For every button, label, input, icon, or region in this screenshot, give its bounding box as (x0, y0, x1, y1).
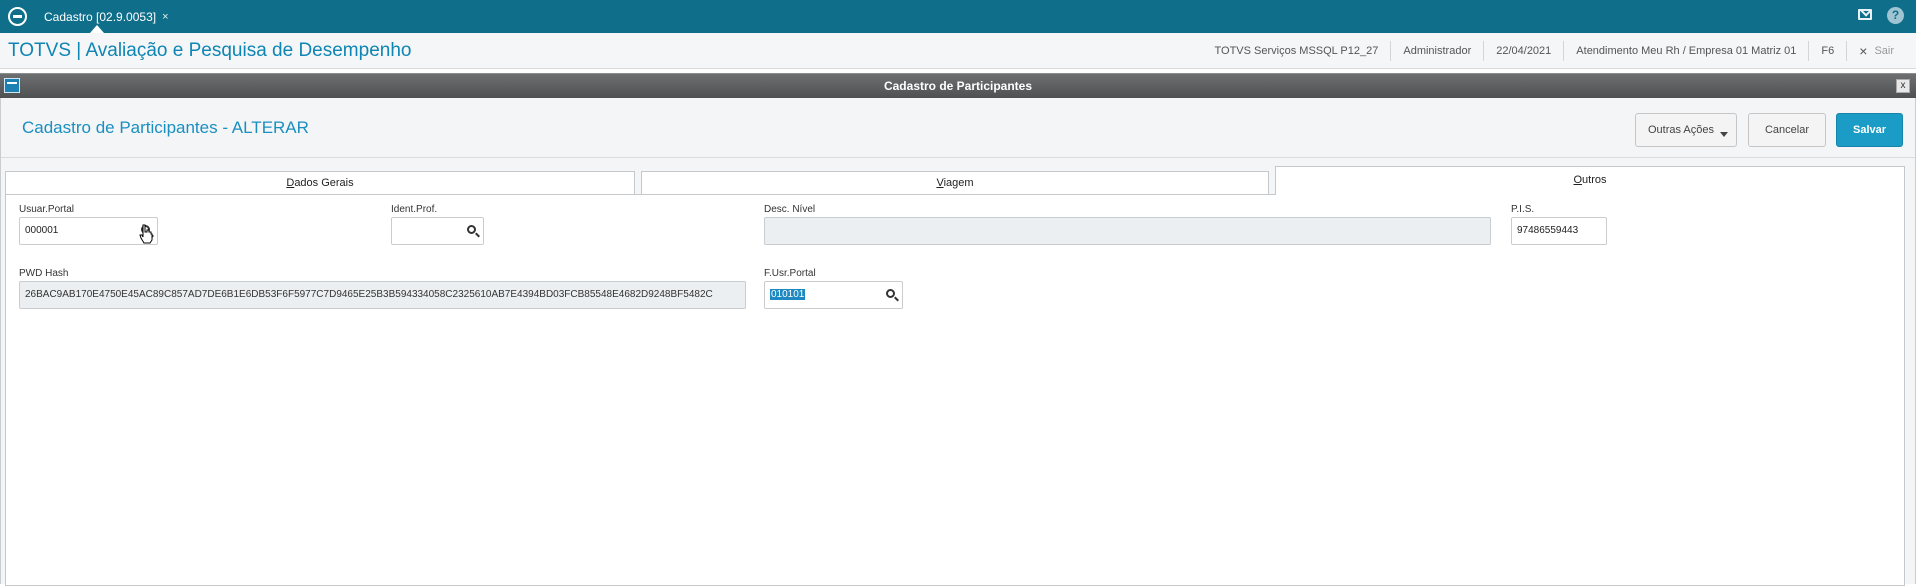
search-icon[interactable] (467, 225, 476, 234)
usuar-portal-field[interactable]: 000001 (19, 217, 158, 245)
dialog-body: Cadastro de Participantes - ALTERAR Outr… (0, 98, 1916, 586)
desc-nivel-field (764, 217, 1491, 245)
pointer-cursor-icon (139, 224, 153, 244)
f-usr-portal-value: 010101 (770, 289, 806, 300)
dialog-header: Cadastro de Participantes x (0, 73, 1916, 98)
help-icon[interactable]: ? (1887, 7, 1904, 24)
form-title: Cadastro de Participantes - ALTERAR (22, 118, 309, 137)
dialog-close-button[interactable]: x (1896, 79, 1910, 93)
mail-icon[interactable] (1858, 9, 1872, 20)
pis-field[interactable]: 97486559443 (1511, 217, 1607, 245)
usuar-portal-value: 000001 (25, 225, 59, 236)
exit-button[interactable]: × Sair (1846, 41, 1906, 61)
other-actions-button[interactable]: Outras Ações (1635, 113, 1737, 147)
chevron-down-icon (1720, 132, 1728, 137)
exit-icon: × (1859, 43, 1868, 59)
ident-prof-field[interactable] (391, 217, 484, 245)
program-tab[interactable]: Cadastro [02.9.0053] × (36, 0, 177, 33)
pis-value: 97486559443 (1517, 225, 1579, 236)
active-tab-indicator (90, 25, 104, 33)
close-icon[interactable]: × (162, 11, 168, 23)
app-title: TOTVS | Avaliação e Pesquisa de Desempen… (8, 40, 412, 61)
date-label[interactable]: 22/04/2021 (1483, 41, 1563, 61)
pwd-hash-value: 26BAC9AB170E4750E45AC89C857AD7DE6B1E6DB5… (25, 289, 713, 300)
f-usr-portal-label: F.Usr.Portal (764, 268, 816, 279)
dialog-title: Cadastro de Participantes (883, 79, 1033, 93)
session-info: TOTVS Serviços MSSQL P12_27 Administrado… (1203, 33, 1906, 69)
totvs-logo-icon[interactable] (8, 7, 27, 26)
company-label[interactable]: Atendimento Meu Rh / Empresa 01 Matriz 0… (1563, 41, 1808, 61)
save-button[interactable]: Salvar (1836, 113, 1903, 147)
program-tab-label: Cadastro [02.9.0053] (44, 9, 157, 24)
usuar-portal-label: Usuar.Portal (19, 204, 75, 215)
cancel-button[interactable]: Cancelar (1748, 113, 1826, 147)
pwd-hash-field[interactable]: 26BAC9AB170E4750E45AC89C857AD7DE6B1E6DB5… (19, 281, 746, 309)
environment-label[interactable]: TOTVS Serviços MSSQL P12_27 (1203, 41, 1391, 61)
divider (1, 157, 1915, 158)
tab-panel-outros: Usuar.Portal 000001 Ident.Prof. Desc. Ní… (5, 194, 1905, 586)
search-icon[interactable] (886, 289, 895, 298)
ident-prof-label: Ident.Prof. (391, 204, 438, 215)
tab-viagem[interactable]: Viagem (641, 171, 1269, 195)
desc-nivel-label: Desc. Nível (764, 204, 816, 215)
tab-dados-gerais[interactable]: Dados Gerais (5, 171, 635, 195)
top-bar: Cadastro [02.9.0053] × ? (0, 0, 1916, 33)
pwd-hash-label: PWD Hash (19, 268, 69, 279)
user-label[interactable]: Administrador (1390, 41, 1483, 61)
other-actions-label: Outras Ações (1647, 124, 1715, 136)
pis-label: P.I.S. (1511, 204, 1535, 215)
exit-label: Sair (1874, 45, 1894, 57)
f-usr-portal-field[interactable]: 010101 (764, 281, 903, 309)
shortcut-label[interactable]: F6 (1808, 41, 1846, 61)
title-bar: TOTVS | Avaliação e Pesquisa de Desempen… (0, 33, 1916, 69)
tab-outros[interactable]: Outros (1275, 166, 1905, 195)
